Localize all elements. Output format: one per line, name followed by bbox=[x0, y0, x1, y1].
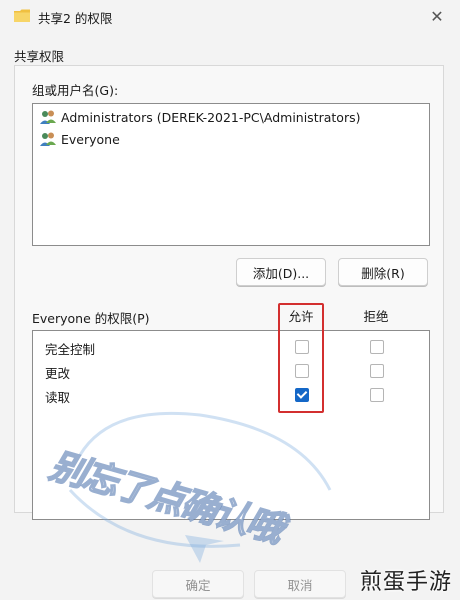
deny-checkbox[interactable] bbox=[370, 388, 384, 402]
close-button[interactable]: ✕ bbox=[426, 6, 448, 28]
allow-checkbox[interactable] bbox=[295, 364, 309, 378]
permission-row-read: 读取 bbox=[33, 383, 429, 407]
permission-name: 读取 bbox=[45, 390, 71, 405]
allow-column-header: 允许 bbox=[288, 309, 314, 324]
title-bar: 共享2 的权限 ✕ bbox=[0, 0, 460, 34]
permission-name: 完全控制 bbox=[45, 342, 96, 357]
corner-watermark: 煎蛋手游 bbox=[359, 570, 452, 595]
deny-column-header: 拒绝 bbox=[363, 309, 389, 324]
window-title: 共享2 的权限 bbox=[38, 11, 113, 26]
permissions-list: 完全控制 更改 读取 bbox=[32, 330, 430, 520]
allow-checkbox[interactable] bbox=[295, 340, 309, 354]
folder-icon bbox=[14, 9, 30, 22]
permission-row-change: 更改 bbox=[33, 359, 429, 383]
group-user-list[interactable]: Administrators (DEREK-2021-PC\Administra… bbox=[32, 103, 430, 246]
users-icon bbox=[40, 110, 56, 124]
deny-checkbox[interactable] bbox=[370, 364, 384, 378]
permissions-label: Everyone 的权限(P) bbox=[32, 311, 150, 326]
cancel-button[interactable]: 取消 bbox=[254, 570, 346, 598]
deny-checkbox[interactable] bbox=[370, 340, 384, 354]
ok-button[interactable]: 确定 bbox=[152, 570, 244, 598]
permission-name: 更改 bbox=[45, 366, 71, 381]
add-button[interactable]: 添加(D)... bbox=[236, 258, 326, 286]
allow-checkbox[interactable] bbox=[295, 388, 309, 402]
remove-button[interactable]: 删除(R) bbox=[338, 258, 428, 286]
group-item-administrators[interactable]: Administrators (DEREK-2021-PC\Administra… bbox=[39, 107, 360, 127]
group-item-everyone[interactable]: Everyone bbox=[39, 129, 120, 149]
group-item-label: Everyone bbox=[61, 131, 120, 147]
group-list-label: 组或用户名(G): bbox=[32, 83, 119, 98]
tab-share-permissions[interactable]: 共享权限 bbox=[14, 46, 64, 65]
users-icon bbox=[40, 132, 56, 146]
group-item-label: Administrators (DEREK-2021-PC\Administra… bbox=[61, 109, 361, 125]
permission-row-full-control: 完全控制 bbox=[33, 335, 429, 359]
